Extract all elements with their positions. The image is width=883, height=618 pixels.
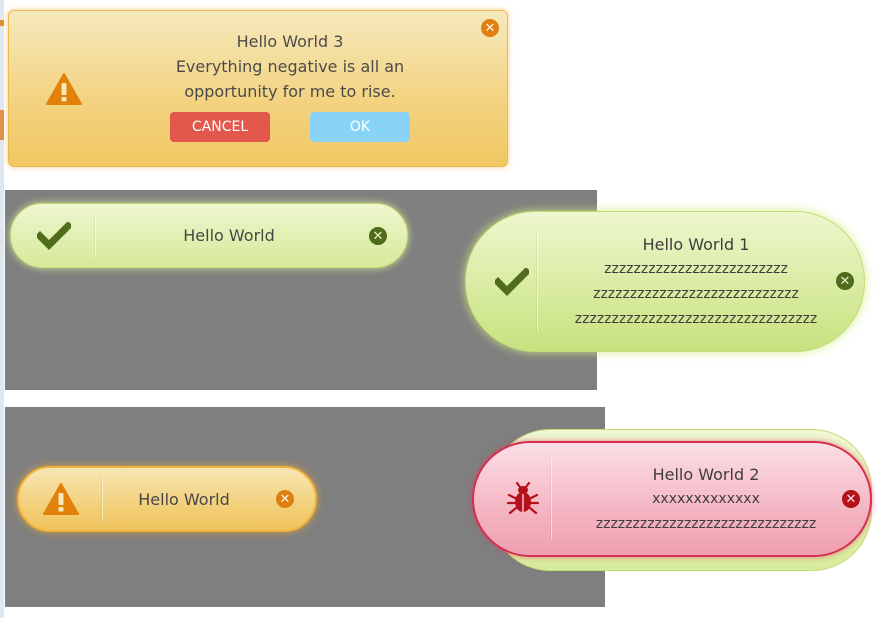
success-notification-large: Hello World 1 zzzzzzzzzzzzzzzzzzzzzzzzz … [465,211,865,352]
notification-icon-area [474,443,552,555]
notification-body: Hello World [101,204,357,267]
notification-message-line: zzzzzzzzzzzzzzzzzzzzzzzzz [604,260,788,277]
warning-notification-card: Hello World 3 Everything negative is all… [8,10,508,167]
error-notification-large: Hello World 2 xxxxxxxxxxxxx zzzzzzzzzzzz… [472,441,872,557]
notification-icon-area [466,212,538,351]
notification-body: Hello World [103,468,265,530]
notification-message-line: xxxxxxxxxxxxx [652,490,760,507]
edge-marker [0,110,4,140]
edge-marker [0,20,4,26]
close-icon[interactable]: ✕ [369,227,387,245]
notification-icon-area [19,468,103,530]
cancel-button[interactable]: CANCEL [170,112,270,142]
checkmark-icon [36,221,71,250]
notification-body: Hello World 1 zzzzzzzzzzzzzzzzzzzzzzzzz … [538,212,854,351]
notification-text: Hello World [183,226,275,245]
warning-triangle-icon [43,483,79,515]
close-icon[interactable]: ✕ [276,490,294,508]
close-icon[interactable]: ✕ [481,19,499,37]
notification-message-line: zzzzzzzzzzzzzzzzzzzzzzzzzzzz [593,285,799,302]
notification-message-line: Everything negative is all an [175,57,405,76]
ok-button[interactable]: OK [310,112,410,142]
notification-body: Hello World 2 xxxxxxxxxxxxx zzzzzzzzzzzz… [552,443,860,555]
notification-body: Hello World 3 Everything negative is all… [93,29,487,142]
notification-text: Hello World [138,489,230,509]
notification-title: Hello World 3 [236,32,344,51]
notification-title: Hello World 2 [652,464,760,484]
notification-message-line: opportunity for me to rise. [184,82,396,101]
notification-message-line: zzzzzzzzzzzzzzzzzzzzzzzzzzzzzz [595,515,817,532]
checkmark-icon [495,267,529,296]
notification-message-line: zzzzzzzzzzzzzzzzzzzzzzzzzzzzzzzzz [574,310,818,327]
notification-icon-area [11,204,96,267]
notification-title: Hello World 1 [642,234,750,254]
bug-icon [506,482,540,515]
button-row: CANCEL OK [170,112,410,142]
success-notification-small: Hello World ✕ [10,203,408,268]
close-icon[interactable]: ✕ [836,272,854,290]
warning-notification-small: Hello World ✕ [17,466,317,532]
close-icon[interactable]: ✕ [842,490,860,508]
warning-triangle-icon [46,72,82,105]
window-left-edge [0,0,4,618]
